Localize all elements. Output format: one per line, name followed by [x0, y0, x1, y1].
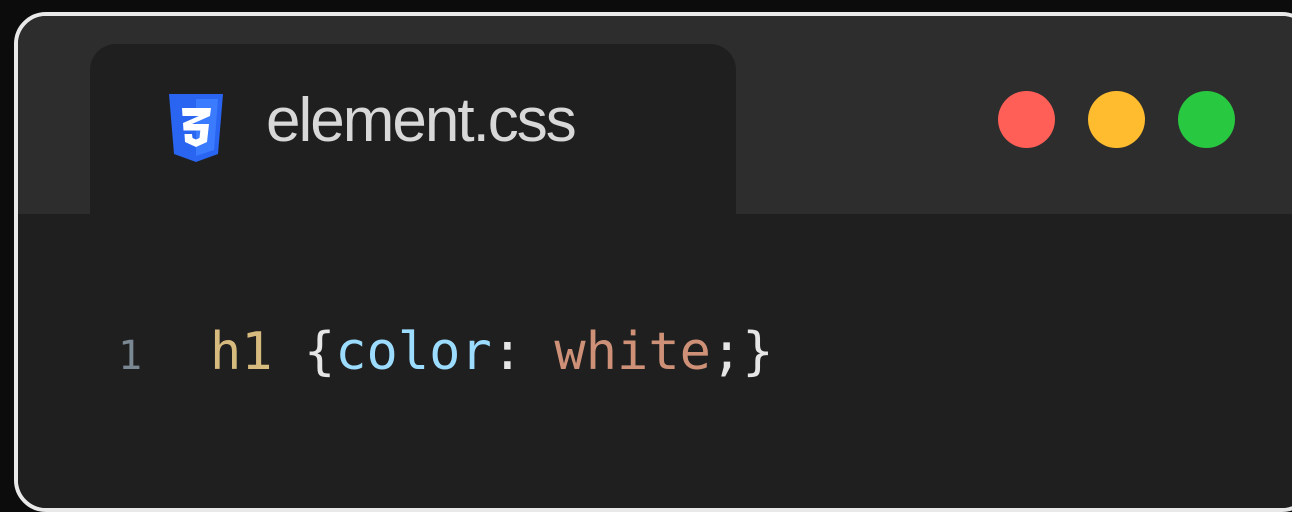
title-bar: element.css — [18, 16, 1292, 220]
close-button[interactable] — [998, 91, 1055, 148]
line-number: 1 — [118, 333, 143, 379]
code-line-1: 1 h1 {color: white;} — [118, 326, 774, 378]
css-property: color — [335, 322, 492, 382]
maximize-button[interactable] — [1178, 91, 1235, 148]
code-window: element.css 1 h1 {color: white;} — [14, 12, 1292, 512]
css3-icon — [169, 94, 223, 162]
minimize-button[interactable] — [1088, 91, 1145, 148]
window-controls — [998, 91, 1235, 148]
css-selector: h1 — [210, 322, 273, 382]
tab-element-css[interactable]: element.css — [90, 44, 736, 220]
code-editor[interactable]: 1 h1 {color: white;} — [18, 214, 1292, 508]
open-brace: { — [303, 322, 336, 382]
close-brace: ;} — [710, 322, 774, 382]
colon: : — [491, 322, 555, 382]
tab-filename: element.css — [266, 86, 577, 155]
css-value: white — [554, 322, 711, 382]
